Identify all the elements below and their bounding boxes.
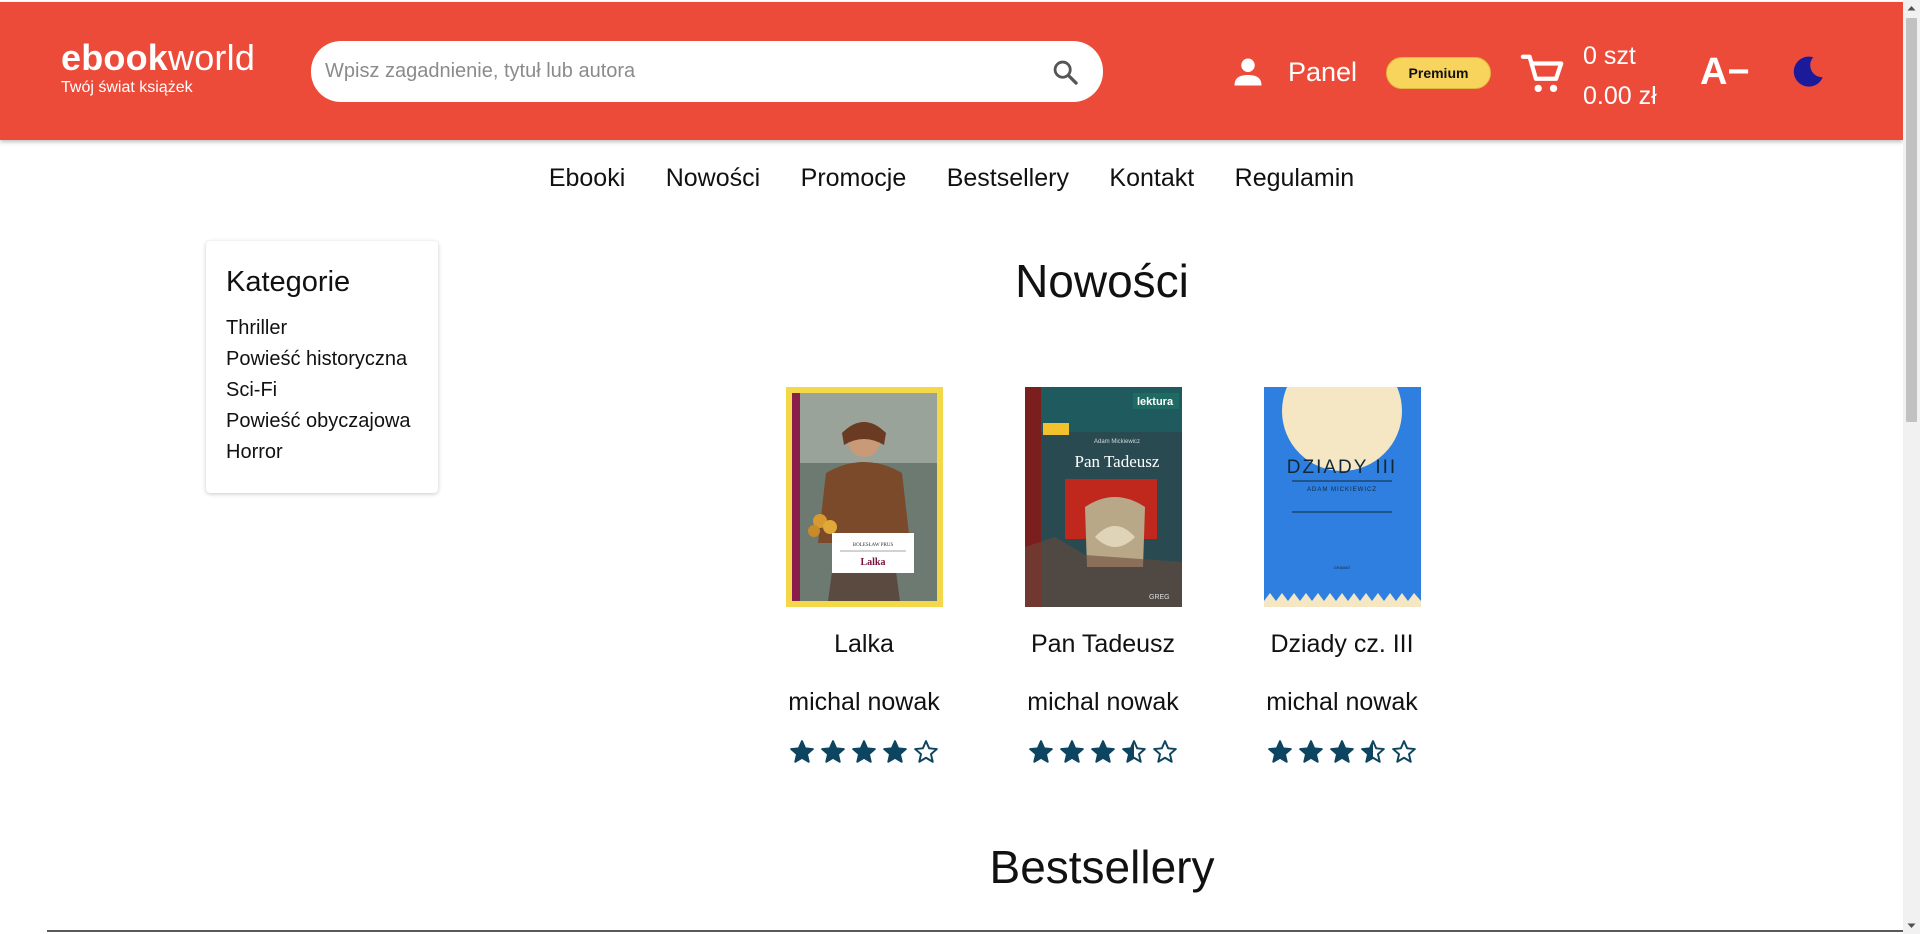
- book-author: michal nowak: [1266, 688, 1418, 716]
- scroll-down-arrow-icon[interactable]: [1903, 917, 1920, 934]
- nav-bestsellery[interactable]: Bestsellery: [947, 164, 1069, 193]
- book-cover-art: DZIADY III ADAM MICKIEWICZ GRAMAT: [1263, 387, 1421, 607]
- star-full-icon: [852, 740, 876, 763]
- section-title-bestsellers: Bestsellery: [989, 841, 1215, 893]
- star-full-icon: [821, 740, 845, 763]
- book-card[interactable]: lektura Adam Mickiewicz Pan Tadeusz GREG…: [1023, 387, 1183, 765]
- cover-title-text: Pan Tadeusz: [1074, 452, 1159, 471]
- book-rating: [784, 739, 944, 765]
- nav-kontakt[interactable]: Kontakt: [1109, 164, 1194, 193]
- search-bar: [311, 41, 1103, 102]
- book-title[interactable]: Lalka: [784, 629, 944, 659]
- premium-button[interactable]: Premium: [1386, 57, 1491, 89]
- nav-ebooki[interactable]: Ebooki: [549, 164, 625, 193]
- cover-title-text: DZIADY III: [1286, 457, 1396, 478]
- book-cover[interactable]: BOLESŁAW PRUS Lalka: [785, 387, 943, 607]
- nav-nowosci[interactable]: Nowości: [666, 164, 760, 193]
- cover-publisher-text: GRAMAT: [1333, 565, 1350, 570]
- star-full-icon: [1091, 740, 1115, 763]
- star-full-icon: [1268, 740, 1292, 763]
- star-full-icon: [1299, 740, 1323, 763]
- cover-title-text: Lalka: [860, 557, 885, 568]
- logo[interactable]: ebookworld Twój świat książek: [61, 38, 255, 97]
- book-author: michal nowak: [1027, 688, 1179, 716]
- book-cover-art: BOLESŁAW PRUS Lalka: [791, 393, 937, 601]
- book-rating: [1262, 739, 1422, 765]
- star-half-icon: [1361, 740, 1385, 763]
- cart-count: 0 szt: [1583, 42, 1636, 70]
- main-nav: Ebooki Nowości Promocje Bestsellery Kont…: [0, 164, 1903, 193]
- star-full-icon: [883, 740, 907, 763]
- category-thriller[interactable]: Thriller: [226, 313, 418, 344]
- star-empty-icon: [1392, 740, 1416, 763]
- search-icon[interactable]: [1051, 58, 1079, 86]
- book-cover[interactable]: DZIADY III ADAM MICKIEWICZ GRAMAT: [1263, 387, 1421, 607]
- scroll-up-arrow-icon[interactable]: [1903, 0, 1920, 17]
- nav-regulamin[interactable]: Regulamin: [1235, 164, 1355, 193]
- category-scifi[interactable]: Sci-Fi: [226, 375, 418, 406]
- nav-promocje[interactable]: Promocje: [801, 164, 907, 193]
- category-drama[interactable]: Powieść obyczajowa: [226, 406, 418, 437]
- logo-tagline: Twój świat książek: [61, 79, 193, 96]
- star-full-icon: [1330, 740, 1354, 763]
- book-card[interactable]: DZIADY III ADAM MICKIEWICZ GRAMAT Dziady…: [1262, 387, 1422, 765]
- panel-label: Panel: [1288, 56, 1358, 87]
- site-header: ebookworld Twój świat książek Panel Prem…: [0, 2, 1903, 140]
- cover-author-text: Adam Mickiewicz: [1093, 439, 1139, 445]
- star-half-icon: [1122, 740, 1146, 763]
- category-historical[interactable]: Powieść historyczna: [226, 344, 418, 375]
- star-full-icon: [790, 740, 814, 763]
- cover-author-text: ADAM MICKIEWICZ: [1307, 487, 1377, 493]
- cover-author-text: BOLESŁAW PRUS: [852, 543, 893, 548]
- star-full-icon: [1060, 740, 1084, 763]
- book-cover-art: lektura Adam Mickiewicz Pan Tadeusz GREG: [1024, 387, 1182, 607]
- book-card[interactable]: BOLESŁAW PRUS Lalka Lalka michal nowak: [784, 387, 944, 765]
- cover-badge-text: lektura: [1137, 396, 1174, 408]
- scrollbar-thumb[interactable]: [1906, 18, 1917, 422]
- logo-light-text: world: [168, 37, 256, 78]
- cover-publisher-text: GREG: [1149, 594, 1170, 601]
- book-cover[interactable]: lektura Adam Mickiewicz Pan Tadeusz GREG: [1024, 387, 1182, 607]
- person-icon: [1234, 58, 1262, 86]
- logo-bold-text: ebook: [61, 37, 169, 78]
- bottom-divider: [47, 930, 1903, 932]
- book-title[interactable]: Pan Tadeusz: [1023, 629, 1183, 659]
- book-rating: [1023, 739, 1183, 765]
- font-size-toggle[interactable]: A−: [1700, 50, 1750, 94]
- search-input[interactable]: [325, 41, 1025, 102]
- cart-icon[interactable]: [1520, 51, 1566, 97]
- star-empty-icon: [914, 740, 938, 763]
- scrollbar[interactable]: [1903, 0, 1920, 934]
- book-title[interactable]: Dziady cz. III: [1262, 629, 1422, 659]
- book-author: michal nowak: [788, 688, 940, 716]
- panel-button[interactable]: Panel: [1230, 54, 1357, 90]
- star-empty-icon: [1153, 740, 1177, 763]
- star-full-icon: [1029, 740, 1053, 763]
- cart-total: 0.00 zł: [1583, 82, 1657, 110]
- category-horror[interactable]: Horror: [226, 437, 418, 468]
- section-title-new: Nowości: [1015, 255, 1189, 307]
- moon-icon[interactable]: [1790, 54, 1826, 90]
- cart-summary[interactable]: 0 szt 0.00 zł: [1583, 36, 1657, 116]
